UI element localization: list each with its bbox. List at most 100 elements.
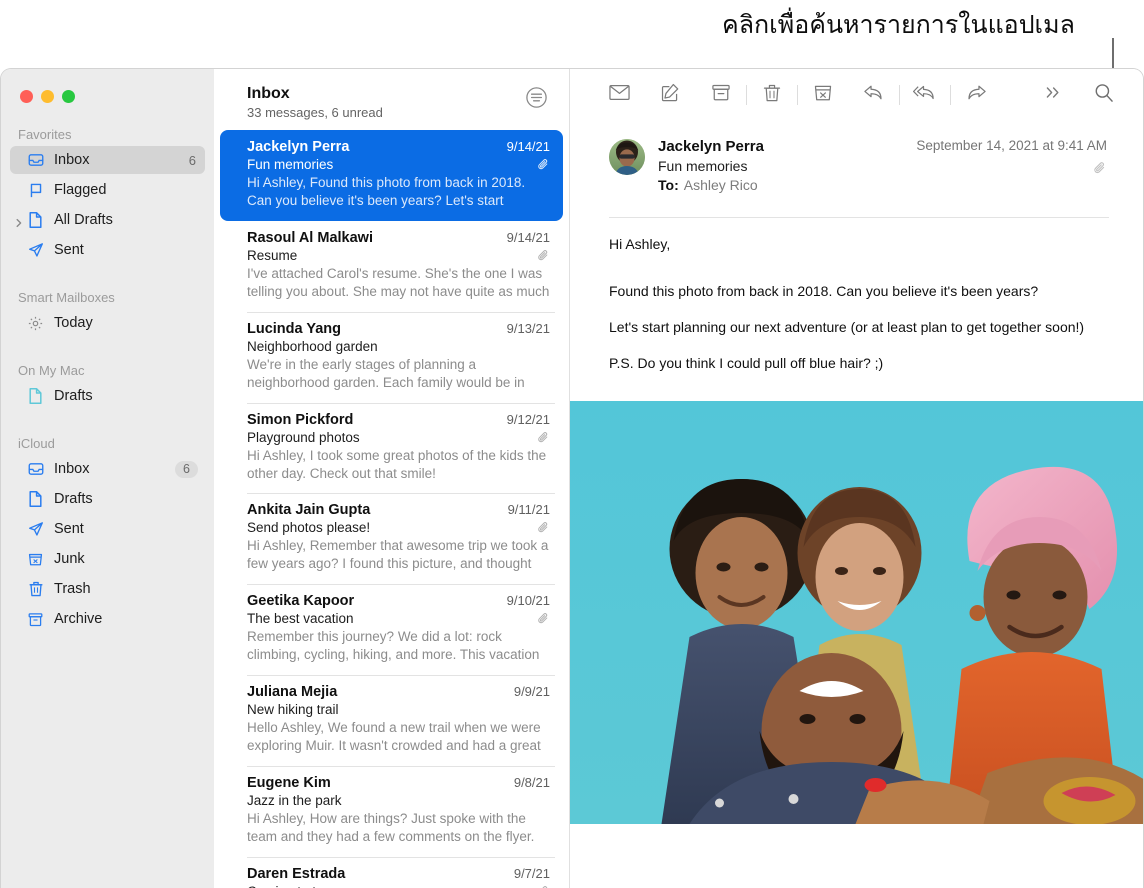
- sidebar-item-flagged[interactable]: Flagged: [10, 176, 205, 204]
- sidebar-item-label: Archive: [54, 611, 102, 627]
- sidebar-item-inbox[interactable]: Inbox 6: [10, 146, 205, 174]
- zoom-button[interactable]: [62, 90, 75, 103]
- inbox-icon: [26, 460, 45, 479]
- sidebar-item-label: Today: [54, 315, 93, 331]
- sidebar-item-count: 6: [189, 153, 196, 168]
- to-value[interactable]: Ashley Rico: [684, 177, 758, 193]
- message-list-item[interactable]: Juliana Mejia 9/9/21 New hiking trail He…: [220, 675, 563, 766]
- paperclip-icon: [537, 158, 550, 171]
- flag-icon: [26, 181, 45, 200]
- message-subject: The best vacation: [247, 611, 537, 626]
- message-subject-line: Fun memories: [658, 158, 1109, 174]
- junk-button[interactable]: [806, 80, 840, 110]
- message-list-item[interactable]: Jackelyn Perra 9/14/21 Fun memories Hi A…: [220, 130, 563, 221]
- message-date: 9/14/21: [507, 139, 550, 154]
- message-sender: Geetika Kapoor: [247, 593, 507, 609]
- draft-icon: [26, 490, 45, 509]
- mail-toolbar: [570, 69, 1143, 121]
- sidebar-item-label: Inbox: [54, 461, 89, 477]
- sidebar-item-label: Drafts: [54, 388, 93, 404]
- trash-icon: [26, 580, 45, 599]
- sidebar-item-label: Sent: [54, 521, 84, 537]
- message-subject: Coming to town: [247, 884, 537, 888]
- reading-pane: Jackelyn Perra Fun memories To:Ashley Ri…: [570, 69, 1143, 888]
- sidebar-item-icloud-inbox[interactable]: Inbox 6: [10, 455, 205, 483]
- paperclip-icon[interactable]: [1093, 161, 1107, 175]
- inbox-icon: [26, 151, 45, 170]
- sidebar-item-drafts-local[interactable]: Drafts: [10, 382, 205, 410]
- search-button[interactable]: [1087, 80, 1121, 110]
- junk-icon: [813, 83, 833, 108]
- message-subject: Fun memories: [247, 157, 537, 172]
- more-button[interactable]: [1036, 80, 1070, 110]
- message-preview: Hi Ashley, How are things? Just spoke wi…: [247, 810, 550, 846]
- message-sender: Daren Estrada: [247, 866, 514, 882]
- message-subject: Neighborhood garden: [247, 339, 550, 354]
- sidebar-item-today[interactable]: Today: [10, 309, 205, 337]
- sidebar-item-all-drafts[interactable]: All Drafts: [10, 206, 205, 234]
- message-list-item[interactable]: Eugene Kim 9/8/21 Jazz in the park Hi As…: [220, 766, 563, 857]
- paperclip-icon: [537, 431, 550, 444]
- archive-icon: [711, 83, 731, 107]
- sidebar-item-label: Inbox: [54, 152, 89, 168]
- sidebar-item-label: All Drafts: [54, 212, 113, 228]
- gear-icon: [26, 314, 45, 333]
- message-preview: We're in the early stages of planning a …: [247, 356, 550, 392]
- toolbar-separator: [746, 85, 747, 105]
- message-list-item[interactable]: Daren Estrada 9/7/21 Coming to town Hey,…: [220, 857, 563, 888]
- envelope-icon: [609, 84, 630, 106]
- message-sender: Rasoul Al Malkawi: [247, 230, 507, 246]
- message-list-item[interactable]: Geetika Kapoor 9/10/21 The best vacation…: [220, 584, 563, 675]
- sidebar-group-icloud-title: iCloud: [1, 436, 214, 455]
- mailbox-title: Inbox: [247, 84, 383, 103]
- message-list-item[interactable]: Ankita Jain Gupta 9/11/21 Send photos pl…: [220, 493, 563, 584]
- chevron-double-right-icon: [1044, 85, 1062, 105]
- message-preview: Hi Ashley, I took some great photos of t…: [247, 447, 550, 482]
- draft-icon: [26, 387, 45, 406]
- sidebar-item-icloud-drafts[interactable]: Drafts: [10, 485, 205, 513]
- mail-window: Favorites Inbox 6 Flagged: [0, 68, 1144, 888]
- message-list-item[interactable]: Simon Pickford 9/12/21 Playground photos…: [220, 403, 563, 493]
- message-list[interactable]: Jackelyn Perra 9/14/21 Fun memories Hi A…: [214, 130, 569, 888]
- mark-unread-button[interactable]: [602, 80, 636, 110]
- filter-icon[interactable]: [524, 85, 549, 110]
- sidebar-item-icloud-junk[interactable]: Junk: [10, 545, 205, 573]
- message-preview: Hi Ashley, Remember that awesome trip we…: [247, 537, 550, 573]
- sidebar-item-sent[interactable]: Sent: [10, 236, 205, 264]
- message-sender: Simon Pickford: [247, 412, 507, 428]
- message-sender: Jackelyn Perra: [247, 139, 507, 155]
- close-button[interactable]: [20, 90, 33, 103]
- message-list-item[interactable]: Rasoul Al Malkawi 9/14/21 Resume I've at…: [220, 221, 563, 312]
- compose-button[interactable]: [653, 80, 687, 110]
- mailbox-subtitle: 33 messages, 6 unread: [247, 105, 383, 120]
- message-list-pane: Inbox 33 messages, 6 unread Jackelyn Per…: [214, 69, 570, 888]
- sidebar-item-icloud-trash[interactable]: Trash: [10, 575, 205, 603]
- junk-icon: [26, 550, 45, 569]
- message-list-item[interactable]: Lucinda Yang 9/13/21 Neighborhood garden…: [220, 312, 563, 403]
- reply-all-icon: [913, 83, 937, 107]
- message-recipient-row: To:Ashley Rico: [658, 177, 1109, 193]
- message-subject: Send photos please!: [247, 520, 537, 535]
- archive-button[interactable]: [704, 80, 738, 110]
- chevron-right-icon[interactable]: [14, 215, 24, 225]
- sent-icon: [26, 520, 45, 539]
- message-body: Hi Ashley, Found this photo from back in…: [570, 218, 1143, 391]
- sidebar: Favorites Inbox 6 Flagged: [1, 69, 214, 888]
- delete-button[interactable]: [755, 80, 789, 110]
- sidebar-item-label: Trash: [54, 581, 91, 597]
- message-date: 9/14/21: [507, 230, 550, 245]
- draft-icon: [26, 211, 45, 230]
- forward-button[interactable]: [959, 80, 993, 110]
- message-preview: I've attached Carol's resume. She's the …: [247, 265, 550, 301]
- message-date: 9/9/21: [514, 684, 550, 699]
- message-date: 9/8/21: [514, 775, 550, 790]
- sidebar-item-icloud-sent[interactable]: Sent: [10, 515, 205, 543]
- sidebar-group-onmymac-title: On My Mac: [1, 363, 214, 382]
- sidebar-item-icloud-archive[interactable]: Archive: [10, 605, 205, 633]
- attached-photo[interactable]: [570, 401, 1143, 824]
- reply-all-button[interactable]: [908, 80, 942, 110]
- message-date: 9/10/21: [507, 593, 550, 608]
- reply-button[interactable]: [857, 80, 891, 110]
- minimize-button[interactable]: [41, 90, 54, 103]
- paperclip-icon: [537, 612, 550, 625]
